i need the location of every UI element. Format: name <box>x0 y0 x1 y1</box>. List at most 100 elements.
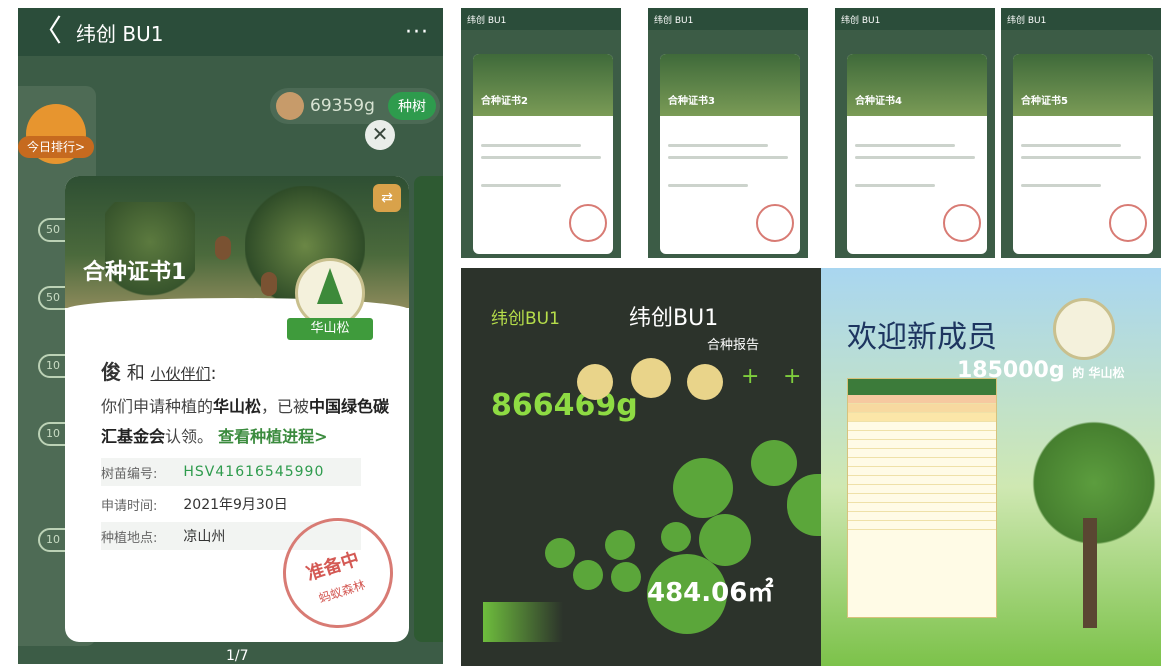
mini-nav-bar: 纬创 BU1 <box>1001 8 1161 30</box>
text-line <box>668 156 788 159</box>
energy-score: 69359g <box>310 96 375 116</box>
table-row <box>848 485 996 494</box>
certificate-title: 合种证书1 <box>83 260 187 285</box>
mini-certificate-card: 合种证书3 <box>660 54 800 254</box>
stat-bubble <box>661 522 691 552</box>
stat-bubble <box>573 560 603 590</box>
mini-certificate-card: 合种证书5 <box>1013 54 1153 254</box>
info-row-sapling-id: 树苗编号: HSV41616545990 <box>101 458 361 486</box>
welcome-energy-suffix: 的 华山松 <box>1072 366 1125 380</box>
certificate-card: ⇄ 合种证书1 华山松 俊 和 小伙伴们: 你们申请种植的华山松，已被中国绿色碳… <box>65 176 409 642</box>
tree-badge-icon <box>687 364 723 400</box>
stat-bubble <box>751 440 797 486</box>
table-header <box>848 379 996 395</box>
table-row <box>848 413 996 422</box>
table-row <box>848 503 996 512</box>
info-row-apply-date: 申请时间: 2021年9月30日 <box>101 490 361 518</box>
welcome-title: 欢迎新成员 <box>847 320 997 355</box>
plant-tree-button[interactable]: 种树 <box>388 92 436 120</box>
table-row <box>848 449 996 458</box>
certificate-title: 合种证书3 <box>668 96 715 107</box>
tree-badge-icon <box>631 358 671 398</box>
text-line <box>855 156 975 159</box>
back-icon[interactable]: 〈 <box>32 17 62 47</box>
member-ranking-table <box>847 378 997 618</box>
field-label: 申请时间: <box>101 498 158 514</box>
welcome-poster: 欢迎新成员 185000g 的 华山松 <box>821 268 1161 666</box>
status-stamp <box>569 204 607 242</box>
today-rank-label[interactable]: 今日排行> <box>18 136 94 158</box>
mini-certificate-card: 合种证书2 <box>473 54 613 254</box>
pinecone-image <box>261 272 277 296</box>
stat-bubble <box>545 538 575 568</box>
certificate-message: 你们申请种植的华山松，已被中国绿色碳汇基金会认领。 查看种植进程> <box>101 392 391 452</box>
plus-icon: + <box>741 364 760 389</box>
certificate-title: 合种证书2 <box>481 96 528 107</box>
table-row <box>848 440 996 449</box>
poster-left-title: 纬创BU1 <box>491 309 560 329</box>
stat-bubble <box>673 458 733 518</box>
poster-report-label: 合种报告 <box>707 338 760 353</box>
stat-bubble <box>611 562 641 592</box>
poster-area-total: 484.06㎡ <box>647 578 774 608</box>
tree-badge-icon <box>577 364 613 400</box>
text-line <box>1021 184 1101 187</box>
text-line <box>481 184 561 187</box>
mini-certificate-card: 合种证书4 <box>847 54 987 254</box>
field-value: HSV41616545990 <box>183 464 325 480</box>
pine-branch-image <box>105 202 195 302</box>
swap-icon[interactable]: ⇄ <box>373 184 401 212</box>
pinecone-image <box>215 236 231 260</box>
table-row <box>848 458 996 467</box>
table-row <box>848 395 996 404</box>
text-line <box>855 144 955 147</box>
species-ribbon: 华山松 <box>287 318 373 340</box>
stat-bubble <box>787 474 821 536</box>
text-line <box>481 144 581 147</box>
avatar <box>276 92 304 120</box>
mini-certificate-screenshot: 纬创 BU1 合种证书2 <box>461 8 621 258</box>
table-row <box>848 494 996 503</box>
more-icon[interactable]: ··· <box>405 20 429 45</box>
tree-trunk-illustration <box>1083 518 1097 628</box>
message-text: ，已被 <box>261 397 310 416</box>
table-row <box>848 404 996 413</box>
text-line <box>481 156 601 159</box>
message-text: 认领。 <box>165 427 214 446</box>
text-line <box>668 184 748 187</box>
grass-decoration <box>483 602 563 642</box>
text-line <box>855 184 935 187</box>
message-tree-name: 华山松 <box>213 397 262 416</box>
partners-link[interactable]: 小伙伴们 <box>150 365 210 383</box>
recipient-colon: : <box>210 363 217 384</box>
view-progress-link[interactable]: 查看种植进程> <box>218 427 327 446</box>
field-label: 树苗编号: <box>101 466 158 482</box>
message-text: 你们申请种植的 <box>101 397 214 416</box>
next-certificate-peek[interactable] <box>414 176 443 642</box>
table-row <box>848 476 996 485</box>
energy-score-pill: 69359g 种树 <box>270 88 440 124</box>
mini-certificate-screenshot: 纬创 BU1 合种证书5 <box>1001 8 1161 258</box>
table-row <box>848 422 996 431</box>
tree-emblem <box>1053 298 1115 360</box>
mini-nav-bar: 纬创 BU1 <box>648 8 808 30</box>
stat-bubble <box>699 514 751 566</box>
poster-center-title: 纬创BU1 <box>629 306 719 331</box>
field-value: 2021年9月30日 <box>183 497 288 513</box>
mini-nav-bar: 纬创 BU1 <box>835 8 995 30</box>
table-row <box>848 521 996 530</box>
text-line <box>1021 156 1141 159</box>
status-stamp <box>943 204 981 242</box>
certificate-title: 合种证书5 <box>1021 96 1068 107</box>
table-row <box>848 512 996 521</box>
recipient-and: 和 <box>126 363 145 384</box>
table-row <box>848 467 996 476</box>
recipient-line: 俊 和 小伙伴们: <box>101 356 217 385</box>
field-value: 凉山州 <box>183 529 226 545</box>
page-indicator: 1/7 <box>226 648 249 664</box>
stat-bubble <box>605 530 635 560</box>
nav-bar: 〈 纬创 BU1 ··· <box>18 8 443 56</box>
close-icon[interactable]: ✕ <box>365 120 395 150</box>
main-phone-screenshot: 〈 纬创 BU1 ··· 今日排行> 50 50 10 10 10 69359g… <box>18 8 443 664</box>
text-line <box>668 144 768 147</box>
